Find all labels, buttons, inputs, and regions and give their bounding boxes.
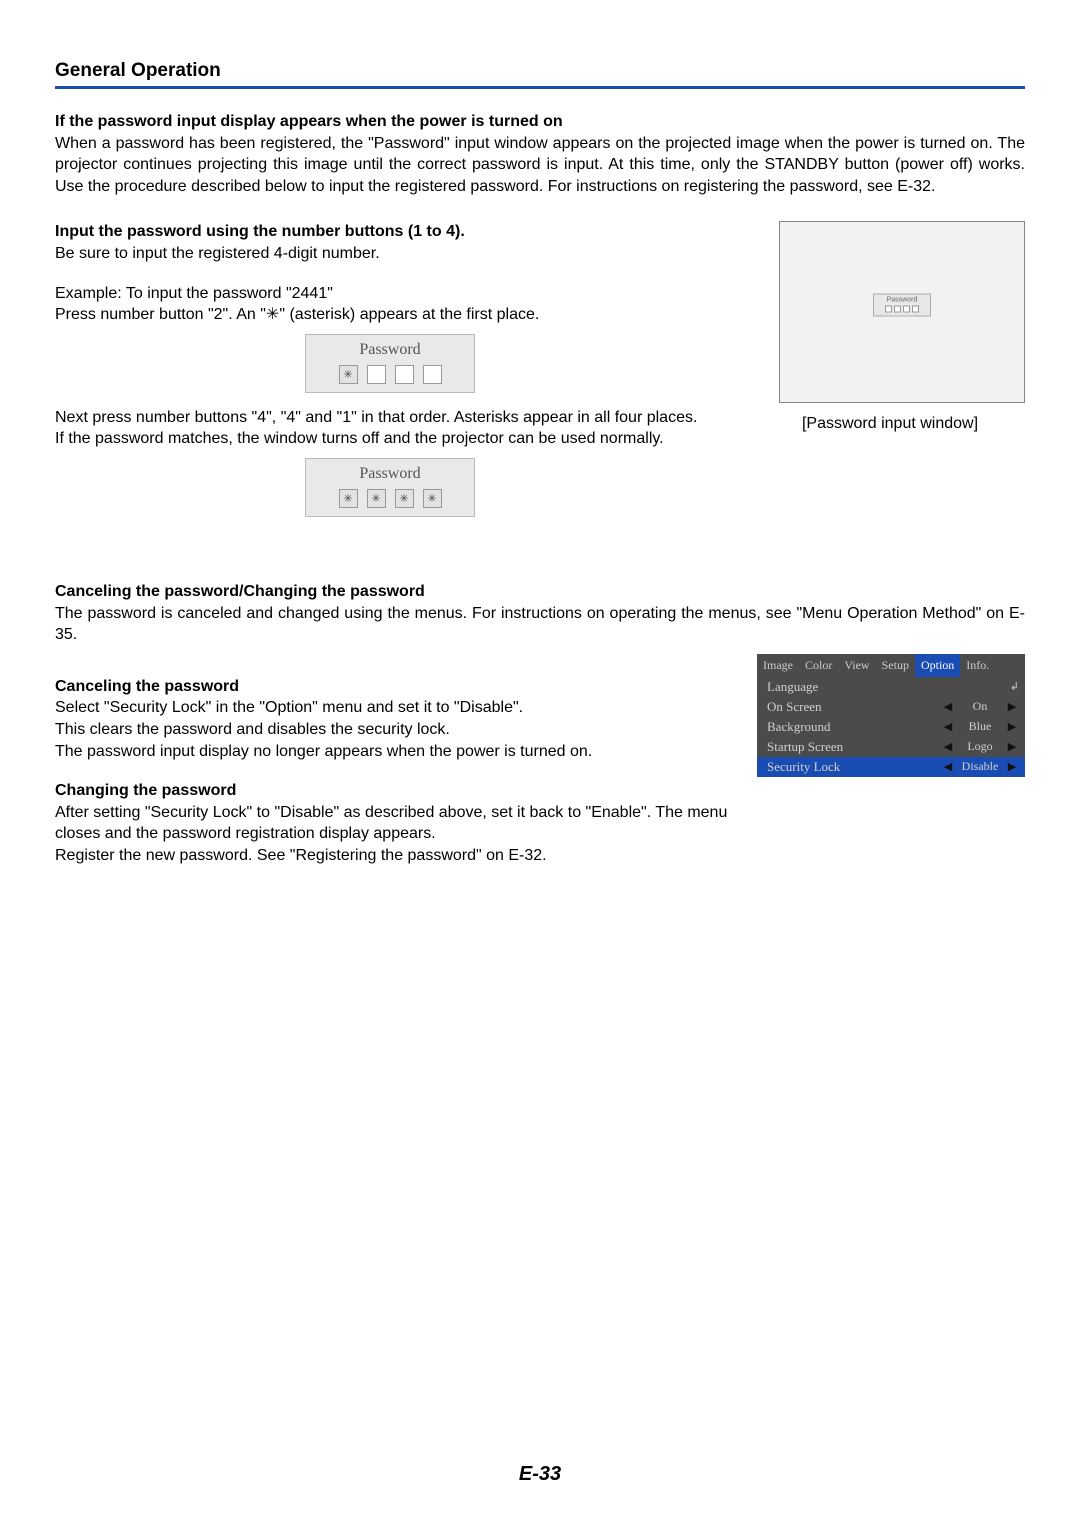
- arrow-right-icon[interactable]: ▶: [1005, 720, 1019, 733]
- input-pw-heading: Input the password using the number butt…: [55, 221, 725, 243]
- password-dialog-title: Password: [306, 341, 474, 359]
- cancel-l3: The password input display no longer app…: [55, 741, 743, 763]
- input-pw-next-press: Next press number buttons "4", "4" and "…: [55, 407, 725, 429]
- osd-tabs: ImageColorViewSetupOptionInfo.: [757, 654, 1025, 677]
- osd-row-language[interactable]: Language ↲: [757, 677, 1025, 697]
- change-heading: Changing the password: [55, 780, 743, 802]
- osd-row-label: Startup Screen: [767, 739, 941, 755]
- arrow-left-icon[interactable]: ◀: [941, 720, 955, 733]
- enter-icon[interactable]: ↲: [1003, 680, 1019, 693]
- osd-row-value: Disable: [955, 759, 1005, 774]
- osd-row-on-screen[interactable]: On Screen◀On▶: [757, 697, 1025, 717]
- osd-row-value: Logo: [955, 739, 1005, 754]
- osd-tab-color[interactable]: Color: [799, 654, 838, 677]
- cancel-change-body: The password is canceled and changed usi…: [55, 603, 1025, 646]
- osd-row-label: Language: [767, 679, 925, 695]
- arrow-left-icon[interactable]: ◀: [941, 700, 955, 713]
- page-number: E-33: [0, 1463, 1080, 1486]
- osd-menu: ImageColorViewSetupOptionInfo. Language ↲…: [757, 654, 1025, 777]
- osd-row-label: Security Lock: [767, 759, 941, 775]
- arrow-right-icon[interactable]: ▶: [1005, 740, 1019, 753]
- change-l2: Register the new password. See "Register…: [55, 845, 743, 867]
- change-l1: After setting "Security Lock" to "Disabl…: [55, 802, 743, 845]
- cancel-change-heading: Canceling the password/Changing the pass…: [55, 581, 1025, 603]
- input-pw-line1: Be sure to input the registered 4-digit …: [55, 243, 725, 265]
- osd-tab-setup[interactable]: Setup: [876, 654, 915, 677]
- osd-body: Language↲On Screen◀On▶Background◀Blue▶St…: [757, 677, 1025, 777]
- pw-box-4: [423, 365, 442, 384]
- pw-box-3: [395, 365, 414, 384]
- password-boxes: ✳: [306, 365, 474, 384]
- password-dialog-all-filled: Password ✳ ✳ ✳ ✳: [305, 458, 475, 517]
- projected-screen: Password: [779, 221, 1025, 403]
- cancel-l1: Select "Security Lock" in the "Option" m…: [55, 697, 743, 719]
- osd-tab-view[interactable]: View: [838, 654, 875, 677]
- password-window-caption: [Password input window]: [755, 415, 1025, 433]
- tiny-box: [885, 306, 892, 313]
- osd-row-value: Blue: [955, 719, 1005, 734]
- pw-box-a3: ✳: [395, 489, 414, 508]
- osd-tab-image[interactable]: Image: [757, 654, 799, 677]
- pw-box-a1: ✳: [339, 489, 358, 508]
- tiny-box: [903, 306, 910, 313]
- osd-row-label: Background: [767, 719, 941, 735]
- tiny-password-boxes: [874, 306, 930, 313]
- arrow-left-icon[interactable]: ◀: [941, 760, 955, 773]
- cancel-heading: Canceling the password: [55, 676, 743, 698]
- pw-box-a2: ✳: [367, 489, 386, 508]
- input-pw-press2: Press number button "2". An "✳" (asteris…: [55, 304, 725, 326]
- tiny-password-title: Password: [887, 297, 918, 304]
- intro-body: When a password has been registered, the…: [55, 133, 1025, 198]
- password-dialog-one-filled: Password ✳: [305, 334, 475, 393]
- tiny-box: [912, 306, 919, 313]
- pw-box-2: [367, 365, 386, 384]
- osd-tab-option[interactable]: Option: [915, 654, 960, 677]
- tiny-password-window: Password: [873, 294, 931, 317]
- input-pw-example-label: Example: To input the password "2441": [55, 283, 725, 305]
- cancel-l2: This clears the password and disables th…: [55, 719, 743, 741]
- osd-row-background[interactable]: Background◀Blue▶: [757, 717, 1025, 737]
- section-title: General Operation: [55, 60, 1025, 89]
- password-dialog-title-2: Password: [306, 465, 474, 483]
- osd-tab-info[interactable]: Info.: [960, 654, 995, 677]
- osd-row-label: On Screen: [767, 699, 941, 715]
- intro-heading: If the password input display appears wh…: [55, 111, 1025, 133]
- arrow-right-icon[interactable]: ▶: [1005, 700, 1019, 713]
- password-boxes-2: ✳ ✳ ✳ ✳: [306, 489, 474, 508]
- osd-row-security-lock[interactable]: Security Lock◀Disable▶: [757, 757, 1025, 777]
- arrow-right-icon[interactable]: ▶: [1005, 760, 1019, 773]
- osd-row-startup-screen[interactable]: Startup Screen◀Logo▶: [757, 737, 1025, 757]
- input-pw-match: If the password matches, the window turn…: [55, 428, 725, 450]
- pw-box-a4: ✳: [423, 489, 442, 508]
- osd-row-value: On: [955, 699, 1005, 714]
- arrow-left-icon[interactable]: ◀: [941, 740, 955, 753]
- pw-box-1: ✳: [339, 365, 358, 384]
- tiny-box: [894, 306, 901, 313]
